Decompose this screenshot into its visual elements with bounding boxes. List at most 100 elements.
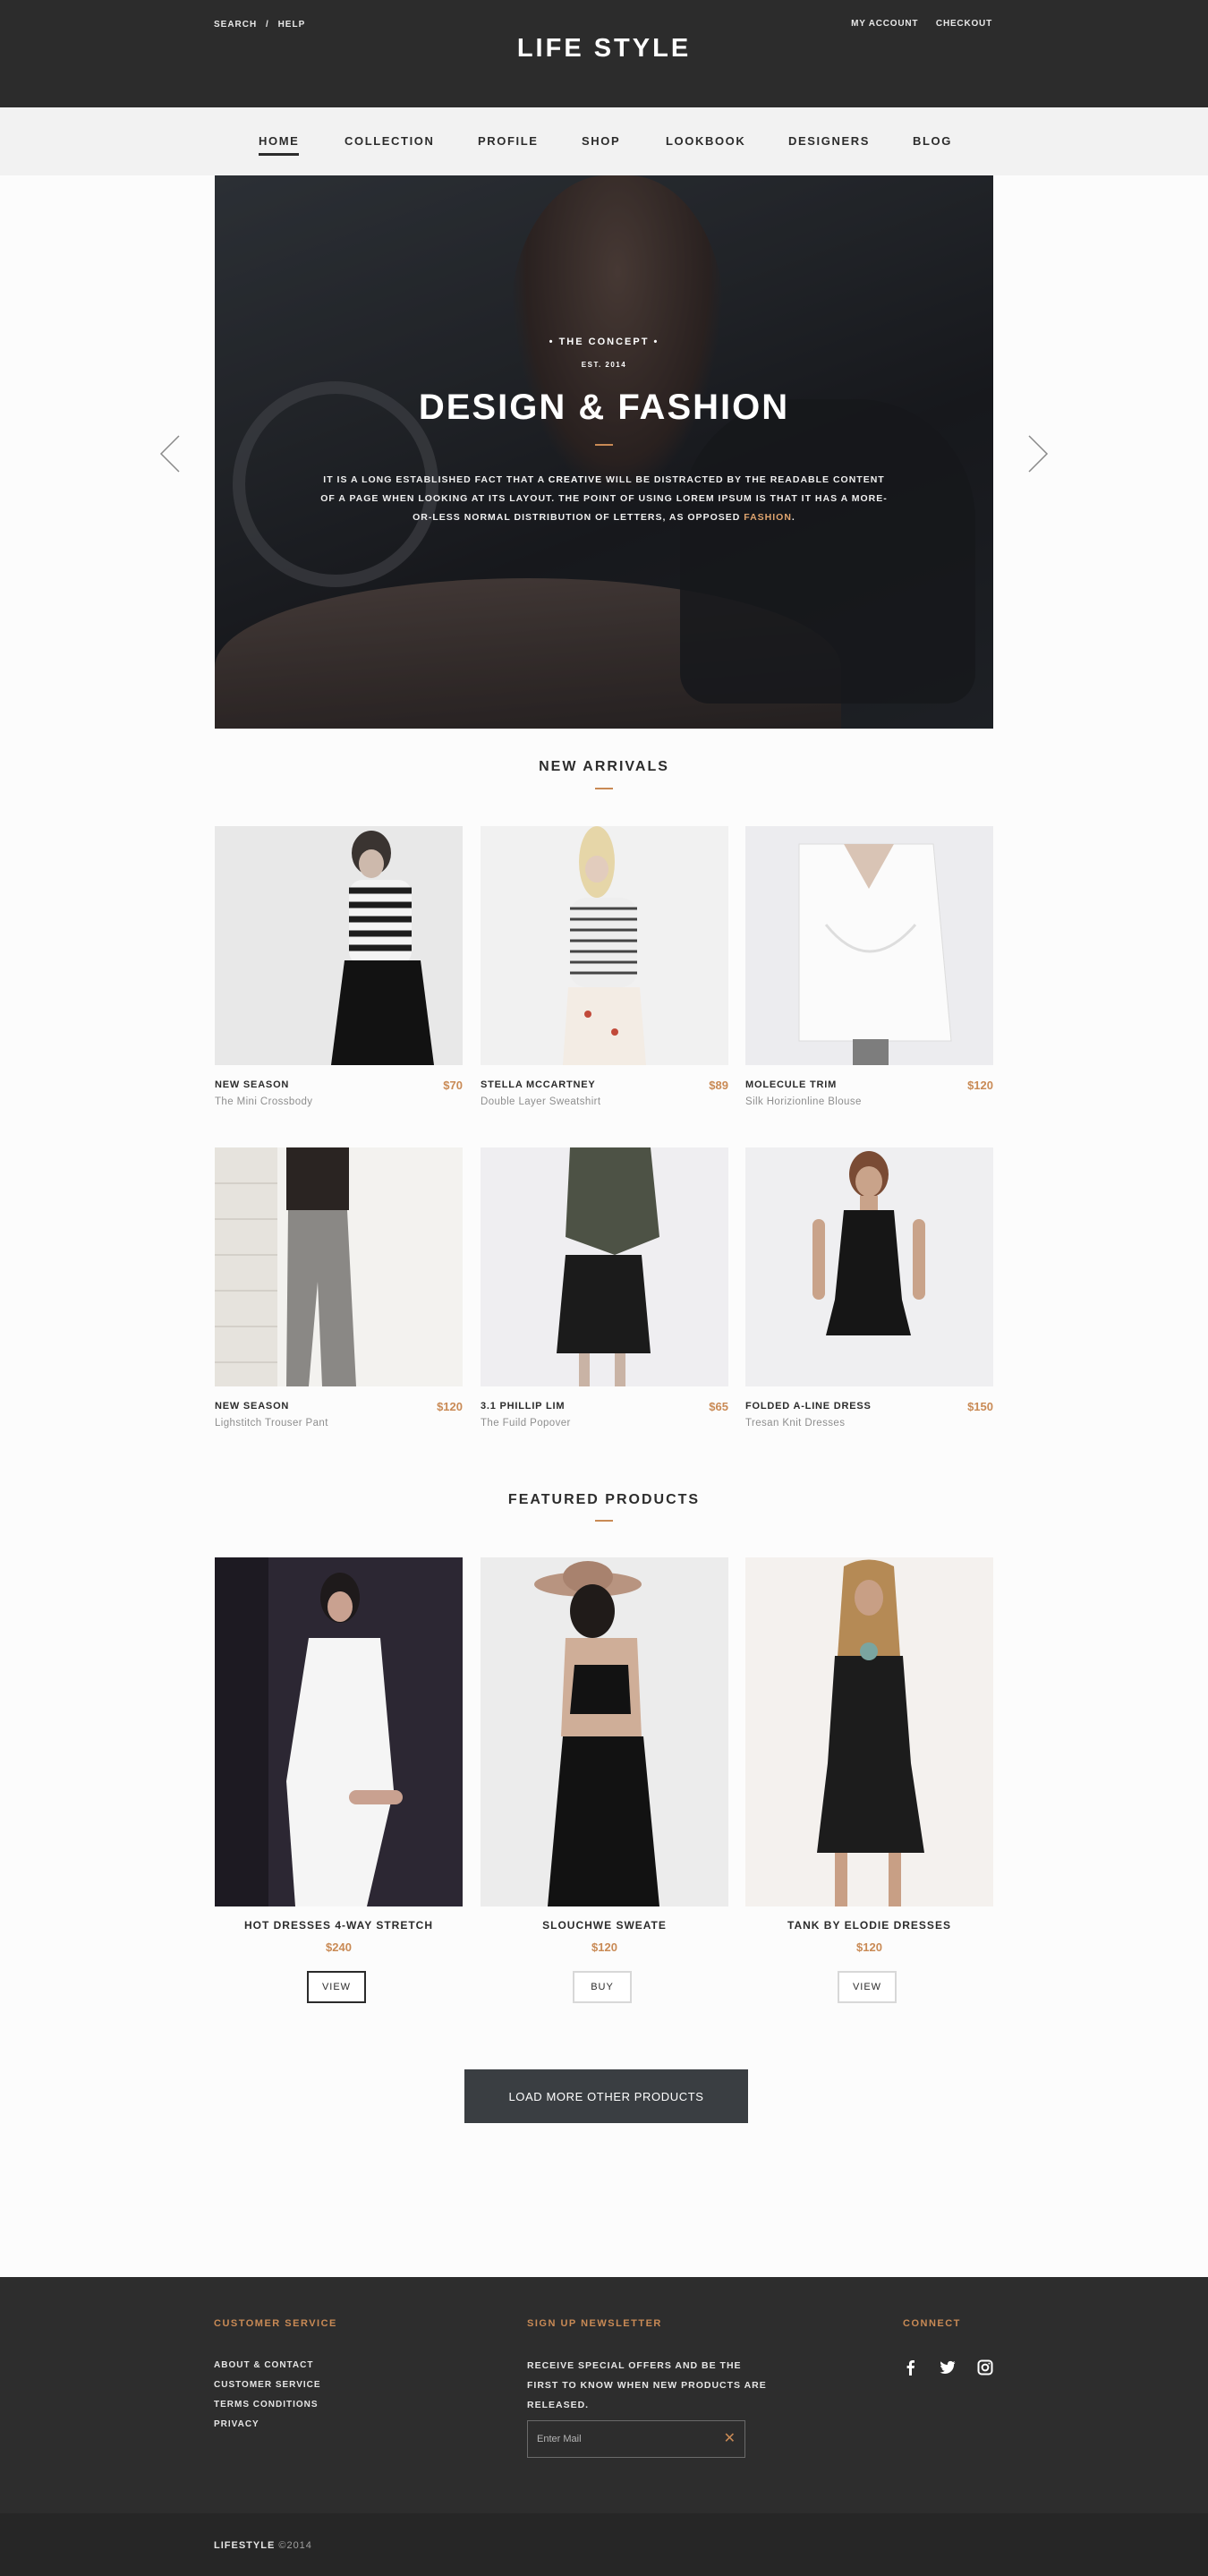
- product-image[interactable]: [745, 826, 993, 1065]
- product-image[interactable]: [745, 1557, 993, 1906]
- product-subtitle: Lighstitch Trouser Pant: [215, 1418, 328, 1429]
- product-card[interactable]: STELLA MCCARTNEY $89 Double Layer Sweats…: [481, 826, 728, 1107]
- view-button[interactable]: VIEW: [307, 1971, 366, 2003]
- site-logo[interactable]: LIFE STYLE: [0, 34, 1208, 64]
- hero-text-part: .: [791, 512, 795, 523]
- product-image[interactable]: [481, 1557, 728, 1906]
- connect-heading: CONNECT: [903, 2318, 961, 2329]
- copyright-year: ©2014: [278, 2540, 312, 2551]
- hero-slider: • THE CONCEPT • EST. 2014 DESIGN & FASHI…: [215, 175, 993, 729]
- product-image[interactable]: [215, 826, 463, 1065]
- product-name[interactable]: SLOUCHWE SWEATE: [481, 1919, 728, 1932]
- top-bar: SEARCH / HELP LIFE STYLE MY ACCOUNT CHEC…: [0, 0, 1208, 107]
- product-name[interactable]: HOT DRESSES 4-WAY STRETCH: [215, 1919, 463, 1932]
- copyright-bar: LIFESTYLE ©2014: [0, 2513, 1208, 2576]
- footer-link-privacy[interactable]: PRIVACY: [214, 2415, 321, 2435]
- hero-title: DESIGN & FASHION: [418, 388, 790, 427]
- product-price: $120: [967, 1079, 993, 1092]
- product-card[interactable]: NEW SEASON $70 The Mini Crossbody: [215, 826, 463, 1107]
- product-price: $70: [443, 1079, 463, 1092]
- close-icon[interactable]: ✕: [724, 2431, 736, 2447]
- product-subtitle: Double Layer Sweatshirt: [481, 1096, 601, 1107]
- product-subtitle: The Fuild Popover: [481, 1418, 571, 1429]
- product-image[interactable]: [481, 826, 728, 1065]
- product-price: $120: [856, 1941, 882, 1954]
- hero-kicker: • THE CONCEPT •: [549, 337, 659, 347]
- separator: /: [266, 20, 269, 30]
- newsletter-description: RECEIVE SPECIAL OFFERS AND BE THE FIRST …: [527, 2360, 767, 2410]
- product-price: $150: [967, 1400, 993, 1413]
- nav-item-collection[interactable]: COLLECTION: [345, 134, 435, 148]
- hero-overlay: [215, 175, 993, 729]
- hero-text-highlight: FASHION: [744, 512, 792, 523]
- product-name[interactable]: NEW SEASON: [215, 1079, 289, 1090]
- newsletter-form: ✕: [527, 2420, 745, 2458]
- prev-slide-arrow-icon[interactable]: [159, 434, 181, 473]
- footer-link-customer-service[interactable]: CUSTOMER SERVICE: [214, 2376, 321, 2395]
- instagram-icon[interactable]: [977, 2359, 993, 2376]
- product-image[interactable]: [745, 1147, 993, 1386]
- next-slide-arrow-icon[interactable]: [1027, 434, 1049, 473]
- nav-item-lookbook[interactable]: LOOKBOOK: [666, 134, 745, 148]
- product-price: $89: [709, 1079, 728, 1092]
- help-link[interactable]: HELP: [278, 20, 306, 30]
- product-subtitle: Tresan Knit Dresses: [745, 1418, 846, 1429]
- nav-item-shop[interactable]: SHOP: [582, 134, 620, 148]
- featured-products-divider: [595, 1520, 613, 1522]
- hero-description: IT IS A LONG ESTABLISHED FACT THAT A CRE…: [318, 471, 890, 527]
- buy-button[interactable]: BUY: [573, 1971, 632, 2003]
- nav-item-designers[interactable]: DESIGNERS: [788, 134, 870, 148]
- view-button[interactable]: VIEW: [838, 1971, 897, 2003]
- product-name[interactable]: 3.1 PHILLIP LIM: [481, 1401, 565, 1412]
- product-subtitle: Silk Horizionline Blouse: [745, 1096, 862, 1107]
- customer-service-heading: CUSTOMER SERVICE: [214, 2318, 337, 2329]
- featured-card[interactable]: TANK BY ELODIE DRESSES $120 VIEW: [745, 1557, 993, 2003]
- product-card[interactable]: MOLECULE TRIM $120 Silk Horizionline Blo…: [745, 826, 993, 1107]
- nav-item-profile[interactable]: PROFILE: [478, 134, 539, 148]
- product-subtitle: The Mini Crossbody: [215, 1096, 313, 1107]
- new-arrivals-divider: [595, 788, 613, 789]
- footer-link-terms[interactable]: TERMS CONDITIONS: [214, 2395, 321, 2415]
- nav-item-home[interactable]: HOME: [259, 134, 300, 156]
- product-price: $120: [437, 1400, 463, 1413]
- product-card[interactable]: NEW SEASON $120 Lighstitch Trouser Pant: [215, 1147, 463, 1429]
- product-price: $65: [709, 1400, 728, 1413]
- product-card[interactable]: 3.1 PHILLIP LIM $65 The Fuild Popover: [481, 1147, 728, 1429]
- hero-est: EST. 2014: [581, 361, 627, 369]
- product-image[interactable]: [481, 1147, 728, 1386]
- footer-link-about[interactable]: ABOUT & CONTACT: [214, 2356, 321, 2376]
- featured-card[interactable]: SLOUCHWE SWEATE $120 BUY: [481, 1557, 728, 2003]
- product-image[interactable]: [215, 1557, 463, 1906]
- search-link[interactable]: SEARCH: [214, 20, 257, 30]
- checkout-link[interactable]: CHECKOUT: [936, 19, 992, 29]
- product-image[interactable]: [215, 1147, 463, 1386]
- twitter-icon[interactable]: [940, 2359, 956, 2376]
- footer: CUSTOMER SERVICE ABOUT & CONTACT CUSTOME…: [0, 2277, 1208, 2513]
- newsletter-heading: SIGN UP NEWSLETTER: [527, 2318, 662, 2329]
- hero-divider: [595, 444, 613, 446]
- product-name[interactable]: FOLDED A-LINE DRESS: [745, 1401, 872, 1412]
- my-account-link[interactable]: MY ACCOUNT: [851, 19, 918, 29]
- product-price: $120: [591, 1941, 617, 1954]
- product-name[interactable]: TANK BY ELODIE DRESSES: [745, 1919, 993, 1932]
- top-left-links: SEARCH / HELP: [214, 20, 305, 30]
- product-name[interactable]: STELLA MCCARTNEY: [481, 1079, 596, 1090]
- copyright-brand: LIFESTYLE: [214, 2540, 276, 2551]
- hero-text-bold: CREATIVE: [548, 474, 603, 485]
- featured-products-title: FEATURED PRODUCTS: [507, 1492, 701, 1507]
- new-arrivals-title: NEW ARRIVALS: [539, 759, 669, 774]
- product-price: $240: [326, 1941, 352, 1954]
- copyright: LIFESTYLE ©2014: [214, 2540, 312, 2551]
- facebook-icon[interactable]: [903, 2359, 919, 2376]
- product-name[interactable]: NEW SEASON: [215, 1401, 289, 1412]
- main-nav: HOME COLLECTION PROFILE SHOP LOOKBOOK DE…: [0, 107, 1208, 175]
- newsletter-email-input[interactable]: [528, 2421, 707, 2457]
- product-card[interactable]: FOLDED A-LINE DRESS $150 Tresan Knit Dre…: [745, 1147, 993, 1429]
- load-more-button[interactable]: LOAD MORE OTHER PRODUCTS: [464, 2069, 748, 2123]
- top-right-links: MY ACCOUNT CHECKOUT: [837, 19, 992, 29]
- product-name[interactable]: MOLECULE TRIM: [745, 1079, 837, 1090]
- hero-text-part: IT IS A LONG ESTABLISHED FACT THAT A: [323, 474, 549, 485]
- nav-item-blog[interactable]: BLOG: [913, 134, 952, 148]
- footer-links: ABOUT & CONTACT CUSTOMER SERVICE TERMS C…: [214, 2356, 321, 2435]
- featured-card[interactable]: HOT DRESSES 4-WAY STRETCH $240 VIEW: [215, 1557, 463, 2003]
